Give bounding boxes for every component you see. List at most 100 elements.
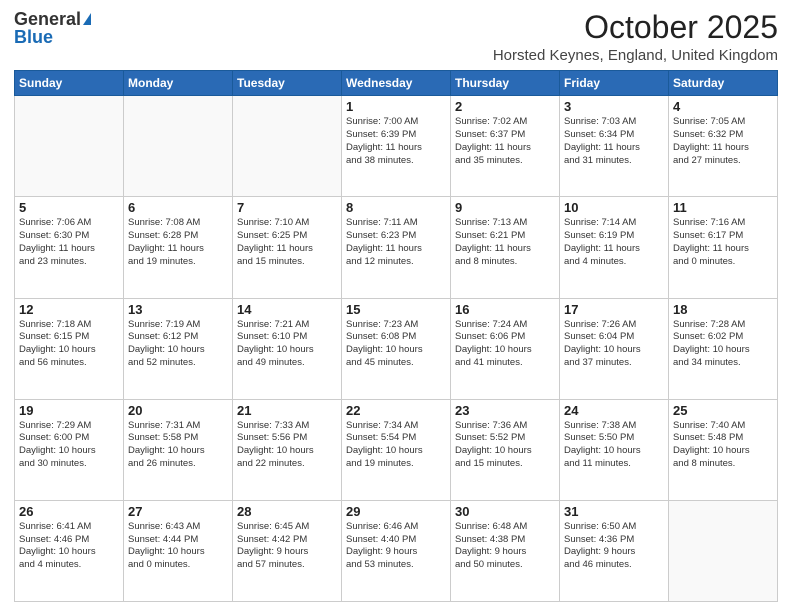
day-info: Sunrise: 7:28 AM Sunset: 6:02 PM Dayligh… [673, 319, 773, 370]
calendar-cell-w3-d2: 14 Sunrise: 7:21 AM Sunset: 6:10 PM Dayli… [233, 298, 342, 399]
day-number: 31 [564, 504, 664, 519]
calendar-cell-w3-d0: 12 Sunrise: 7:18 AM Sunset: 6:15 PM Dayli… [15, 298, 124, 399]
day-number: 7 [237, 200, 337, 215]
week-row-2: 5 Sunrise: 7:06 AM Sunset: 6:30 PM Daylig… [15, 197, 778, 298]
title-block: October 2025 Horsted Keynes, England, Un… [493, 10, 778, 64]
day-info: Sunrise: 6:48 AM Sunset: 4:38 PM Dayligh… [455, 521, 555, 572]
day-number: 5 [19, 200, 119, 215]
day-info: Sunrise: 6:45 AM Sunset: 4:42 PM Dayligh… [237, 521, 337, 572]
header-saturday: Saturday [669, 71, 778, 96]
day-info: Sunrise: 7:31 AM Sunset: 5:58 PM Dayligh… [128, 420, 228, 471]
day-info: Sunrise: 7:36 AM Sunset: 5:52 PM Dayligh… [455, 420, 555, 471]
calendar-cell-w4-d0: 19Sunrise: 7:29 AM Sunset: 6:00 PM Dayli… [15, 399, 124, 500]
day-info: Sunrise: 6:46 AM Sunset: 4:40 PM Dayligh… [346, 521, 446, 572]
calendar-cell-w4-d1: 20 Sunrise: 7:31 AM Sunset: 5:58 PM Dayli… [124, 399, 233, 500]
header-friday: Friday [560, 71, 669, 96]
calendar-cell-w3-d4: 16 Sunrise: 7:24 AM Sunset: 6:06 PM Dayli… [451, 298, 560, 399]
calendar-cell-w4-d3: 22 Sunrise: 7:34 AM Sunset: 5:54 PM Dayli… [342, 399, 451, 500]
day-number: 2 [455, 99, 555, 114]
day-info: Sunrise: 7:06 AM Sunset: 6:30 PM Dayligh… [19, 217, 119, 268]
calendar-cell-w3-d5: 17 Sunrise: 7:26 AM Sunset: 6:04 PM Dayli… [560, 298, 669, 399]
calendar-cell-w5-d4: 30Sunrise: 6:48 AM Sunset: 4:38 PM Dayli… [451, 500, 560, 601]
day-info: Sunrise: 7:11 AM Sunset: 6:23 PM Dayligh… [346, 217, 446, 268]
day-number: 17 [564, 302, 664, 317]
day-number: 19 [19, 403, 119, 418]
day-info: Sunrise: 7:16 AM Sunset: 6:17 PM Dayligh… [673, 217, 773, 268]
day-info: Sunrise: 7:40 AM Sunset: 5:48 PM Dayligh… [673, 420, 773, 471]
week-row-4: 19Sunrise: 7:29 AM Sunset: 6:00 PM Dayli… [15, 399, 778, 500]
day-number: 28 [237, 504, 337, 519]
day-info: Sunrise: 7:10 AM Sunset: 6:25 PM Dayligh… [237, 217, 337, 268]
day-info: Sunrise: 7:00 AM Sunset: 6:39 PM Dayligh… [346, 116, 446, 167]
calendar-cell-w5-d3: 29 Sunrise: 6:46 AM Sunset: 4:40 PM Dayli… [342, 500, 451, 601]
calendar-cell-w1-d6: 4Sunrise: 7:05 AM Sunset: 6:32 PM Daylig… [669, 96, 778, 197]
day-number: 20 [128, 403, 228, 418]
logo-blue-text: Blue [14, 28, 53, 46]
day-info: Sunrise: 7:13 AM Sunset: 6:21 PM Dayligh… [455, 217, 555, 268]
weekday-header-row: Sunday Monday Tuesday Wednesday Thursday… [15, 71, 778, 96]
day-number: 13 [128, 302, 228, 317]
day-number: 23 [455, 403, 555, 418]
day-info: Sunrise: 7:26 AM Sunset: 6:04 PM Dayligh… [564, 319, 664, 370]
header-thursday: Thursday [451, 71, 560, 96]
day-number: 25 [673, 403, 773, 418]
calendar-cell-w1-d4: 2Sunrise: 7:02 AM Sunset: 6:37 PM Daylig… [451, 96, 560, 197]
calendar-cell-w3-d1: 13Sunrise: 7:19 AM Sunset: 6:12 PM Dayli… [124, 298, 233, 399]
calendar-cell-w3-d6: 18 Sunrise: 7:28 AM Sunset: 6:02 PM Dayli… [669, 298, 778, 399]
header: General Blue October 2025 Horsted Keynes… [14, 10, 778, 64]
calendar-cell-w4-d4: 23 Sunrise: 7:36 AM Sunset: 5:52 PM Dayli… [451, 399, 560, 500]
calendar-cell-w5-d6 [669, 500, 778, 601]
calendar-cell-w5-d1: 27Sunrise: 6:43 AM Sunset: 4:44 PM Dayli… [124, 500, 233, 601]
calendar-cell-w2-d4: 9 Sunrise: 7:13 AM Sunset: 6:21 PM Daylig… [451, 197, 560, 298]
calendar-cell-w4-d6: 25 Sunrise: 7:40 AM Sunset: 5:48 PM Dayli… [669, 399, 778, 500]
day-number: 9 [455, 200, 555, 215]
day-info: Sunrise: 7:38 AM Sunset: 5:50 PM Dayligh… [564, 420, 664, 471]
day-number: 26 [19, 504, 119, 519]
calendar-cell-w1-d0 [15, 96, 124, 197]
calendar-cell-w1-d3: 1 Sunrise: 7:00 AM Sunset: 6:39 PM Daylig… [342, 96, 451, 197]
month-title: October 2025 [493, 10, 778, 45]
day-number: 27 [128, 504, 228, 519]
header-monday: Monday [124, 71, 233, 96]
day-info: Sunrise: 7:03 AM Sunset: 6:34 PM Dayligh… [564, 116, 664, 167]
header-sunday: Sunday [15, 71, 124, 96]
day-number: 6 [128, 200, 228, 215]
day-number: 1 [346, 99, 446, 114]
day-number: 18 [673, 302, 773, 317]
day-number: 21 [237, 403, 337, 418]
day-number: 14 [237, 302, 337, 317]
week-row-1: 1 Sunrise: 7:00 AM Sunset: 6:39 PM Daylig… [15, 96, 778, 197]
day-number: 29 [346, 504, 446, 519]
day-number: 10 [564, 200, 664, 215]
calendar-cell-w2-d6: 11Sunrise: 7:16 AM Sunset: 6:17 PM Dayli… [669, 197, 778, 298]
day-info: Sunrise: 7:14 AM Sunset: 6:19 PM Dayligh… [564, 217, 664, 268]
calendar-cell-w3-d3: 15Sunrise: 7:23 AM Sunset: 6:08 PM Dayli… [342, 298, 451, 399]
day-info: Sunrise: 7:34 AM Sunset: 5:54 PM Dayligh… [346, 420, 446, 471]
location-subtitle: Horsted Keynes, England, United Kingdom [493, 47, 778, 64]
calendar-cell-w1-d2 [233, 96, 342, 197]
day-info: Sunrise: 7:33 AM Sunset: 5:56 PM Dayligh… [237, 420, 337, 471]
day-info: Sunrise: 6:41 AM Sunset: 4:46 PM Dayligh… [19, 521, 119, 572]
calendar-table: Sunday Monday Tuesday Wednesday Thursday… [14, 70, 778, 602]
calendar-cell-w5-d0: 26 Sunrise: 6:41 AM Sunset: 4:46 PM Dayli… [15, 500, 124, 601]
day-info: Sunrise: 7:21 AM Sunset: 6:10 PM Dayligh… [237, 319, 337, 370]
logo-icon [83, 13, 91, 25]
logo-general-text: General [14, 10, 81, 28]
week-row-3: 12 Sunrise: 7:18 AM Sunset: 6:15 PM Dayli… [15, 298, 778, 399]
calendar-cell-w2-d2: 7 Sunrise: 7:10 AM Sunset: 6:25 PM Daylig… [233, 197, 342, 298]
day-info: Sunrise: 7:08 AM Sunset: 6:28 PM Dayligh… [128, 217, 228, 268]
calendar-cell-w4-d5: 24 Sunrise: 7:38 AM Sunset: 5:50 PM Dayli… [560, 399, 669, 500]
calendar-cell-w4-d2: 21 Sunrise: 7:33 AM Sunset: 5:56 PM Dayli… [233, 399, 342, 500]
calendar-cell-w1-d5: 3 Sunrise: 7:03 AM Sunset: 6:34 PM Daylig… [560, 96, 669, 197]
day-info: Sunrise: 7:24 AM Sunset: 6:06 PM Dayligh… [455, 319, 555, 370]
day-number: 3 [564, 99, 664, 114]
day-info: Sunrise: 7:18 AM Sunset: 6:15 PM Dayligh… [19, 319, 119, 370]
day-number: 16 [455, 302, 555, 317]
day-number: 12 [19, 302, 119, 317]
calendar-cell-w2-d1: 6 Sunrise: 7:08 AM Sunset: 6:28 PM Daylig… [124, 197, 233, 298]
day-info: Sunrise: 7:23 AM Sunset: 6:08 PM Dayligh… [346, 319, 446, 370]
day-number: 22 [346, 403, 446, 418]
day-number: 24 [564, 403, 664, 418]
day-number: 4 [673, 99, 773, 114]
calendar-cell-w5-d2: 28 Sunrise: 6:45 AM Sunset: 4:42 PM Dayli… [233, 500, 342, 601]
